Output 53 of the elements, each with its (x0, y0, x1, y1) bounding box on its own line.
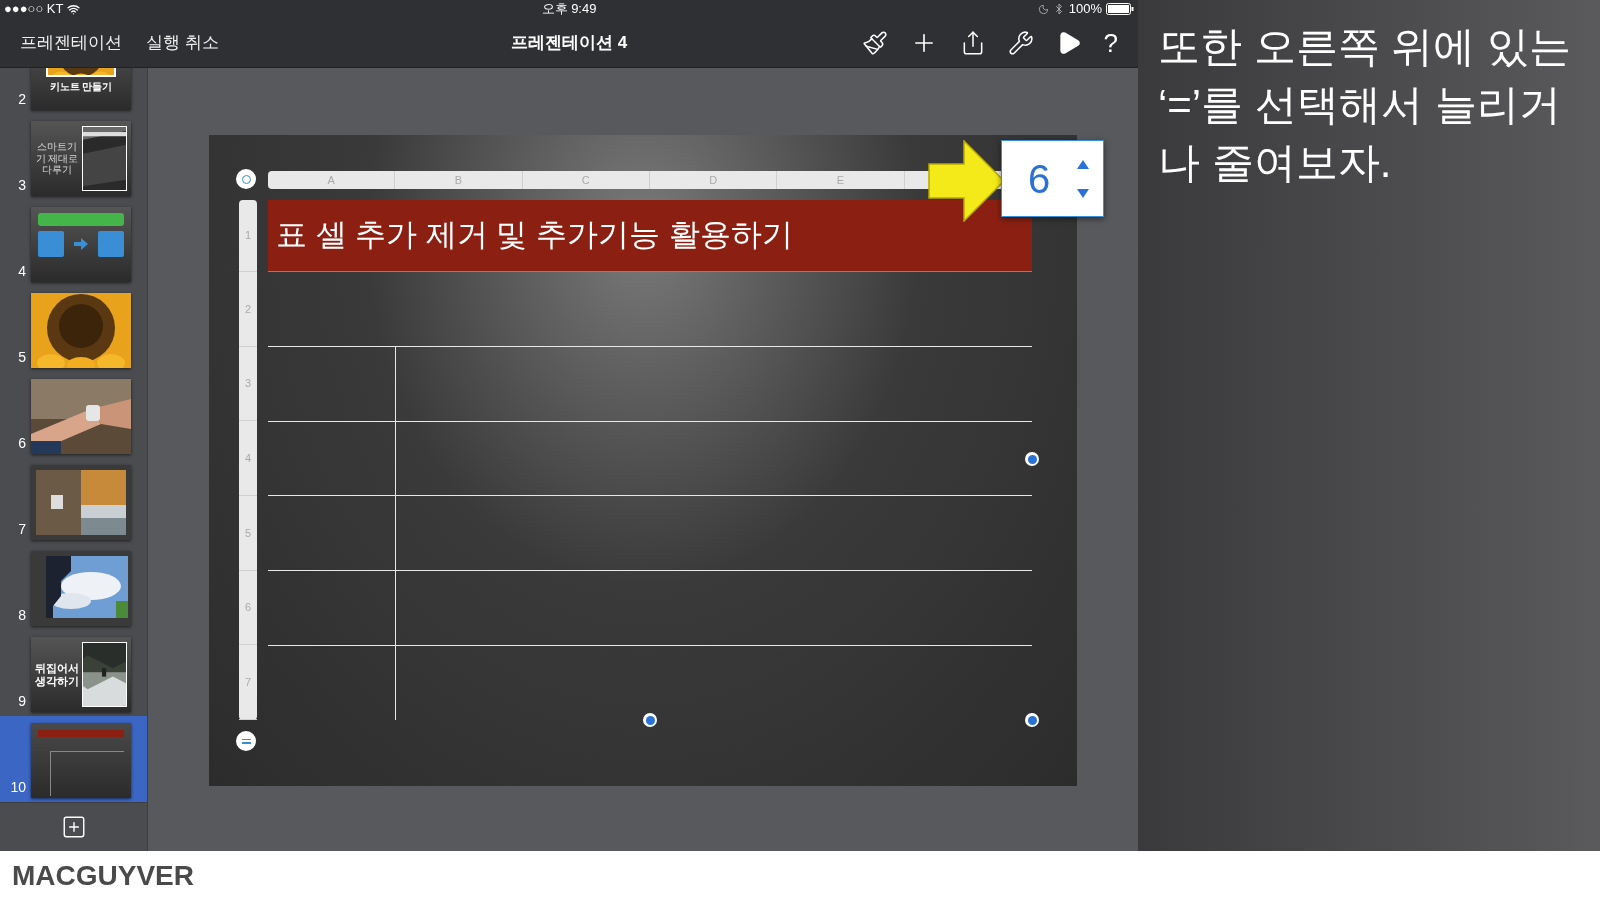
slide-navigator-item[interactable]: 3 스마트기기 제대로 다루기 (0, 114, 147, 200)
resize-handle[interactable] (1025, 713, 1039, 727)
slide-number: 9 (17, 692, 27, 711)
toolbar-button[interactable]: 실행 취소 (136, 23, 229, 62)
table-select-handle[interactable] (236, 169, 256, 189)
slide-navigator-item[interactable]: 6 (0, 372, 147, 458)
carrier-signal: ●●●○○ KT (4, 0, 64, 19)
slide-navigator-item[interactable]: 10 (0, 716, 147, 802)
slide-number: 10 (9, 778, 27, 797)
slide-navigator-item[interactable]: 7 (0, 458, 147, 544)
slide-thumbnail[interactable]: 스마트기기 제대로 다루기 (31, 121, 131, 196)
row-stepper[interactable]: 6 (1001, 140, 1104, 217)
thumbnail-caption: 키노트 만들기 (49, 82, 113, 92)
diagram-square (38, 231, 64, 257)
resize-handle[interactable] (1025, 452, 1039, 466)
slide-navigator-item[interactable]: 2 키노트 만들기 (0, 68, 147, 114)
wifi-icon (67, 2, 81, 16)
diagram-square (98, 231, 124, 257)
slide-number: 7 (17, 520, 27, 539)
thumbnail-caption: 뒤집어서 생각하기 (35, 661, 79, 688)
slide-number: 2 (17, 90, 27, 109)
slide-thumbnail[interactable] (31, 723, 131, 798)
slide-navigator-item[interactable]: 5 (0, 286, 147, 372)
watermark-logo: MACGUYVER (12, 858, 194, 893)
slide-navigator-item[interactable]: 8 (0, 544, 147, 630)
slide-navigator-item[interactable]: 4 (0, 200, 147, 286)
arrow-icon (74, 238, 88, 250)
table-title: 표 셀 추가 제거 및 추가기능 활용하기 (276, 216, 793, 255)
down-arrow-icon[interactable] (1077, 188, 1089, 198)
slide-number: 8 (17, 606, 27, 625)
paintbrush-icon[interactable] (861, 29, 888, 56)
resize-handle[interactable] (643, 713, 657, 727)
slide-number: 6 (17, 434, 27, 453)
battery-icon (1106, 3, 1134, 15)
thumbnail-caption: 스마트기기 제대로 다루기 (35, 141, 79, 176)
document-title: 프레젠테이션 4 (509, 31, 629, 54)
up-arrow-icon[interactable] (1077, 159, 1089, 169)
slide-thumbnail[interactable]: 뒤집어서 생각하기 (31, 637, 131, 712)
slide-thumbnail[interactable] (31, 207, 131, 282)
slide-number: 3 (17, 176, 27, 195)
wrench-icon[interactable] (1007, 29, 1034, 56)
moon-icon (1037, 3, 1049, 15)
toolbar-button[interactable]: 프레젠테이션 (10, 23, 132, 62)
annotation-text: 또한 오른쪽 위에 있는 ‘=’를 선택해서 늘리거나 줄여보자. (1158, 22, 1572, 188)
row-count-handle[interactable] (236, 731, 256, 751)
slide-number: 5 (17, 348, 27, 367)
battery-percent: 100% (1068, 0, 1102, 19)
slide-thumbnail[interactable]: 키노트 만들기 (31, 68, 131, 110)
status-time: 오후 9:49 (541, 0, 597, 19)
row-count-value: 6 (1028, 158, 1052, 199)
help-button[interactable]: ? (1103, 29, 1118, 56)
slide-navigator-item[interactable]: 9 뒤집어서 생각하기 (0, 630, 147, 716)
slide-number: 4 (17, 262, 27, 281)
